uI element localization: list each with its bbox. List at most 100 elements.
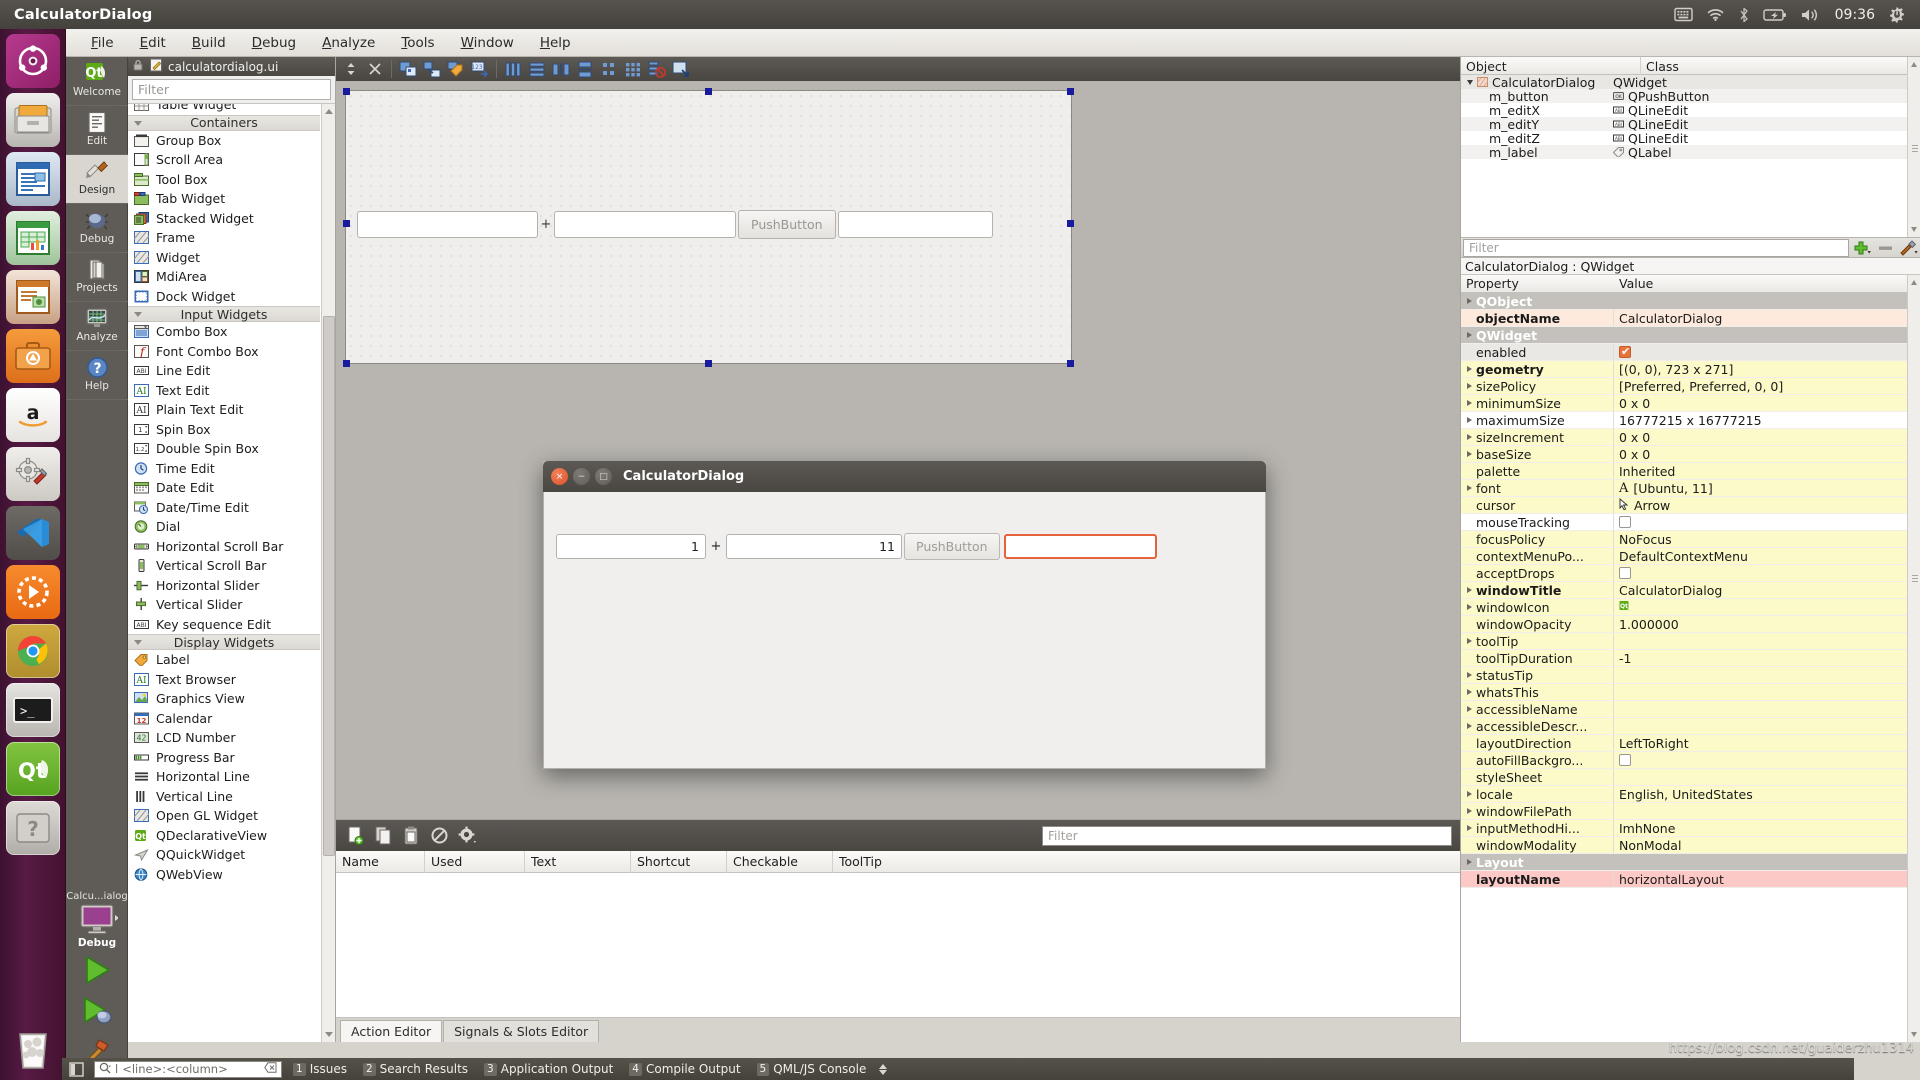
property-row-statustip[interactable]: statusTip: [1461, 667, 1920, 684]
widget-box-filter[interactable]: Filter: [132, 79, 331, 100]
property-row-acceptdrops[interactable]: acceptDrops: [1461, 565, 1920, 582]
scroll-down-icon[interactable]: [1911, 227, 1917, 232]
widget-item-tool-box[interactable]: Tool Box: [128, 169, 320, 189]
widget-item-table-widget[interactable]: Table Widget: [128, 104, 320, 115]
gear-power-icon[interactable]: [1888, 6, 1906, 24]
selection-handle[interactable]: [705, 88, 712, 95]
tab-action-editor[interactable]: Action Editor: [340, 1020, 443, 1042]
chevron-right-icon[interactable]: [1467, 859, 1472, 865]
object-row-m-edity[interactable]: m_editY ABI QLineEdit: [1461, 117, 1920, 132]
chevron-right-icon[interactable]: [1467, 825, 1472, 831]
column-header-tooltip[interactable]: ToolTip: [833, 851, 1460, 873]
property-value-cell[interactable]: [1614, 752, 1920, 768]
widget-item-font-combo-box[interactable]: f Font Combo Box: [128, 341, 320, 361]
chevron-right-icon[interactable]: [1467, 604, 1472, 610]
scroll-up-icon[interactable]: [1911, 280, 1917, 285]
property-row-layoutname[interactable]: layoutName horizontalLayout: [1461, 871, 1920, 888]
object-inspector-scrollbar[interactable]: [1907, 57, 1920, 237]
column-header-checkable[interactable]: Checkable: [727, 850, 833, 873]
launcher-item-trash[interactable]: [6, 1020, 60, 1074]
property-row-contextmenupo-[interactable]: contextMenuPo... DefaultContextMenu: [1461, 548, 1920, 565]
widget-item-qdeclarativeview[interactable]: Qt QDeclarativeView: [128, 825, 320, 845]
property-row-layout[interactable]: Layout: [1461, 854, 1920, 871]
property-value-cell[interactable]: 1.000000: [1614, 616, 1920, 632]
arrow-down-icon[interactable]: [879, 1069, 888, 1075]
object-row-m-label[interactable]: m_label QLabel: [1461, 145, 1920, 160]
property-value-cell[interactable]: [1614, 854, 1920, 870]
output-pane-qml-js-console[interactable]: 5 QML/JS Console: [752, 1061, 872, 1078]
property-value-cell[interactable]: [1614, 769, 1920, 785]
bluetooth-icon[interactable]: [1738, 7, 1750, 23]
layout-vertically-icon[interactable]: [526, 59, 548, 79]
scroll-down-icon[interactable]: [325, 1032, 333, 1037]
paste-icon[interactable]: [400, 826, 422, 846]
close-icon[interactable]: ×: [551, 468, 568, 485]
kit-selector-label[interactable]: Calcu...ialog: [66, 889, 128, 903]
scrollbar-grip[interactable]: [1912, 145, 1918, 146]
battery-icon[interactable]: [1762, 8, 1787, 22]
menu-build[interactable]: Build: [179, 32, 239, 54]
property-value-cell[interactable]: NoFocus: [1614, 531, 1920, 547]
layout-splitter-v-icon[interactable]: [574, 59, 596, 79]
line-column-input[interactable]: l <line>:<column>: [94, 1060, 282, 1078]
widget-item-spin-box[interactable]: 1 Spin Box: [128, 419, 320, 439]
widget-item-combo-box[interactable]: Combo Box: [128, 322, 320, 342]
property-row-font[interactable]: font A [Ubuntu, 11]: [1461, 480, 1920, 497]
selection-handle[interactable]: [343, 220, 350, 227]
property-row-tooltipduration[interactable]: toolTipDuration -1: [1461, 650, 1920, 667]
widget-item-text-edit[interactable]: AI Text Edit: [128, 380, 320, 400]
launcher-item-files[interactable]: [5, 93, 60, 147]
chevron-right-icon[interactable]: [1467, 485, 1472, 491]
scrollbar-grip[interactable]: [1912, 575, 1918, 576]
edit-signals-slots-icon[interactable]: [421, 59, 443, 79]
property-value-cell[interactable]: [1614, 803, 1920, 819]
widget-item-key-sequence-edit[interactable]: ABI Key sequence Edit: [128, 614, 320, 634]
column-header-value[interactable]: Value: [1614, 275, 1653, 292]
edit-buddies-icon[interactable]: [445, 59, 467, 79]
widget-item-open-gl-widget[interactable]: Open GL Widget: [128, 806, 320, 826]
property-grid-scrollbar[interactable]: [1907, 275, 1920, 1042]
widget-item-horizontal-slider[interactable]: Horizontal Slider: [128, 575, 320, 595]
property-row-sizeincrement[interactable]: sizeIncrement 0 x 0: [1461, 429, 1920, 446]
output-pane-issues[interactable]: 1 Issues: [288, 1061, 352, 1078]
layout-horizontally-icon[interactable]: [502, 59, 524, 79]
output-pane-updown-buttons[interactable]: [879, 1063, 888, 1075]
property-value-cell[interactable]: -1: [1614, 650, 1920, 666]
chevron-right-icon[interactable]: [1467, 808, 1472, 814]
widget-item-horizontal-line[interactable]: Horizontal Line: [128, 767, 320, 787]
property-row-mousetracking[interactable]: mouseTracking: [1461, 514, 1920, 531]
property-value-cell[interactable]: DefaultContextMenu: [1614, 548, 1920, 564]
form-operator-label[interactable]: +: [538, 217, 554, 232]
layout-grid-icon[interactable]: [622, 59, 644, 79]
property-row-windowopacity[interactable]: windowOpacity 1.000000: [1461, 616, 1920, 633]
launcher-item-libreoffice-calc[interactable]: [5, 211, 60, 265]
object-row-m-button[interactable]: m_button OK QPushButton: [1461, 89, 1920, 104]
property-row-windowmodality[interactable]: windowModality NonModal: [1461, 837, 1920, 854]
form-push-button[interactable]: PushButton: [738, 210, 836, 239]
mode-debug[interactable]: Debug: [66, 204, 128, 253]
property-value-cell[interactable]: [1614, 327, 1920, 343]
property-row-maximumsize[interactable]: maximumSize 16777215 x 16777215: [1461, 412, 1920, 429]
chevron-right-icon[interactable]: [1467, 791, 1472, 797]
new-action-icon[interactable]: [344, 826, 366, 846]
property-row-sizepolicy[interactable]: sizePolicy [Preferred, Preferred, 0, 0]: [1461, 378, 1920, 395]
widget-item-frame[interactable]: Frame: [128, 228, 320, 248]
chevron-right-icon[interactable]: [1467, 383, 1472, 389]
mode-projects[interactable]: Projects: [66, 253, 128, 302]
property-value-cell[interactable]: 0 x 0: [1614, 395, 1920, 411]
chevron-right-icon[interactable]: [1467, 332, 1472, 338]
property-value-cell[interactable]: [1614, 701, 1920, 717]
widget-item-scroll-area[interactable]: Scroll Area: [128, 150, 320, 170]
build-config-selector[interactable]: Debug: [66, 903, 128, 949]
launcher-item-ubuntu-dash[interactable]: [5, 34, 60, 88]
property-row-geometry[interactable]: geometry [(0, 0), 723 x 271]: [1461, 361, 1920, 378]
remove-icon[interactable]: [1874, 237, 1897, 258]
form-line-edit-y[interactable]: [554, 211, 736, 238]
object-row-m-editz[interactable]: m_editZ ABI QLineEdit: [1461, 131, 1920, 146]
property-value-cell[interactable]: English, UnitedStates: [1614, 786, 1920, 802]
run-button[interactable]: [66, 949, 128, 990]
lock-icon[interactable]: [132, 59, 144, 74]
delete-icon[interactable]: [428, 826, 450, 846]
tab-signals-slots-editor[interactable]: Signals & Slots Editor: [443, 1020, 600, 1042]
widget-item-progress-bar[interactable]: Progress Bar: [128, 747, 320, 767]
